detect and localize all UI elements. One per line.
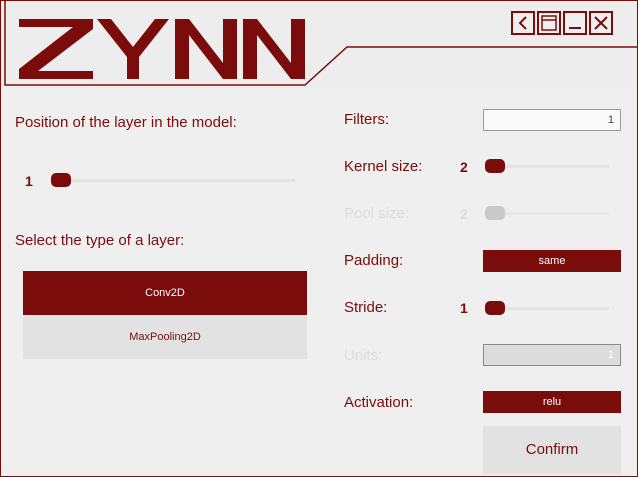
minimize-icon[interactable]	[563, 11, 587, 35]
stride-slider-thumb[interactable]	[485, 301, 505, 315]
layer-type-maxpooling2d-button[interactable]: MaxPooling2D	[23, 315, 307, 359]
back-icon[interactable]	[511, 11, 535, 35]
confirm-button[interactable]: Confirm	[483, 426, 621, 474]
position-label: Position of the layer in the model:	[15, 114, 237, 131]
padding-label: Padding:	[344, 252, 404, 269]
pool-size-label: Pool size:	[344, 205, 410, 222]
position-slider-track[interactable]	[51, 179, 295, 182]
stride-value: 1	[460, 300, 468, 316]
title-bar	[1, 1, 637, 87]
kernel-size-label: Kernel size:	[344, 158, 423, 175]
filters-input[interactable]: 1	[483, 109, 621, 131]
window-controls	[511, 11, 615, 35]
pool-size-slider-thumb[interactable]	[485, 206, 505, 220]
units-label: Units:	[344, 347, 383, 364]
window-icon[interactable]	[537, 11, 561, 35]
app-window: Position of the layer in the model: 1 Se…	[0, 0, 638, 477]
units-input[interactable]: 1	[483, 344, 621, 366]
activation-label: Activation:	[344, 394, 414, 411]
pool-size-value: 2	[460, 206, 468, 222]
position-value: 1	[25, 173, 33, 189]
activation-dropdown[interactable]: relu	[483, 391, 621, 413]
padding-dropdown[interactable]: same	[483, 250, 621, 272]
layer-type-label: Select the type of a layer:	[15, 232, 185, 249]
close-icon[interactable]	[589, 11, 613, 35]
filters-label: Filters:	[344, 111, 389, 128]
layer-type-conv2d-button[interactable]: Conv2D	[23, 271, 307, 315]
stride-label: Stride:	[344, 299, 388, 316]
kernel-size-slider-thumb[interactable]	[485, 159, 505, 173]
position-slider-thumb[interactable]	[51, 173, 71, 187]
kernel-size-value: 2	[460, 159, 468, 175]
